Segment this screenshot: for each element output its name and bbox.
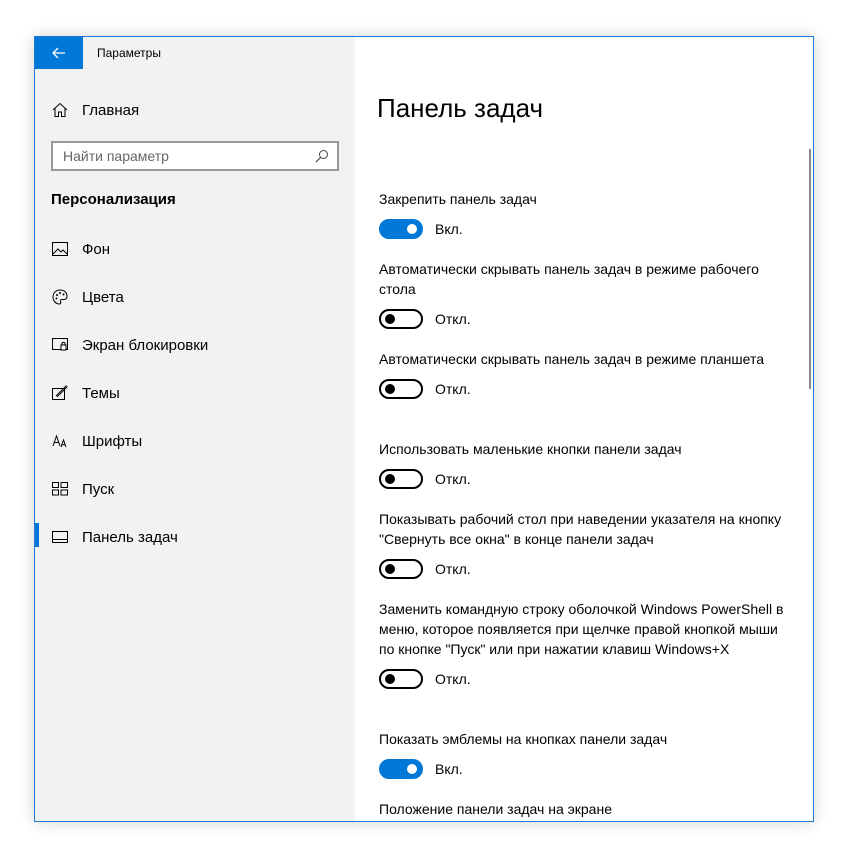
toggle-switch[interactable] [379,309,423,329]
toggle-state-label: Вкл. [435,221,463,237]
toggle-switch[interactable] [379,379,423,399]
toggle-state-label: Откл. [435,671,471,687]
setting-label: Заменить командную строку оболочкой Wind… [379,601,784,657]
toggle-knob [385,314,395,324]
active-indicator [35,523,39,547]
sidebar-item-label: Экран блокировки [82,336,209,354]
setting-autohide-tablet: Автоматически скрывать панель задач в ре… [379,349,789,399]
taskbar-icon [51,528,69,546]
setting-label: Показывать рабочий стол при наведении ук… [379,511,782,547]
toggle-state-label: Откл. [435,311,471,327]
toggle-knob [385,384,395,394]
sidebar-item-label: Фон [82,240,111,258]
sidebar-item-label: Пуск [82,480,115,498]
setting-small-buttons: Использовать маленькие кнопки панели зад… [379,439,789,489]
nav-home-label: Главная [82,101,140,119]
toggle-knob [385,674,395,684]
search-icon [315,150,328,163]
home-icon [51,101,69,119]
fonts-icon [51,432,69,450]
sidebar-item-label: Шрифты [82,432,143,450]
toggle-switch[interactable] [379,759,423,779]
toggle-knob [385,564,395,574]
toggle-knob [407,764,417,774]
palette-icon [51,288,69,306]
themes-icon [51,384,69,402]
toggle-switch[interactable] [379,469,423,489]
settings-window: Параметры Главная Найти параметр Персона… [34,36,814,822]
toggle-state-label: Откл. [435,561,471,577]
toggle-state-label: Откл. [435,381,471,397]
toggle-switch[interactable] [379,669,423,689]
toggle-switch[interactable] [379,219,423,239]
scrollbar[interactable] [809,149,811,389]
sidebar-item-background[interactable]: Фон [51,234,110,264]
toggle-knob [385,474,395,484]
setting-lock-taskbar: Закрепить панель задач Вкл. [379,189,789,239]
sidebar-item-themes[interactable]: Темы [51,378,120,408]
back-arrow-icon [52,47,65,59]
sidebar-item-start[interactable]: Пуск [51,474,114,504]
sidebar-item-taskbar[interactable]: Панель задач [51,522,178,552]
window-title: Параметры [97,46,161,60]
page-title: Панель задач [377,93,544,123]
section-title: Персонализация [51,191,176,208]
setting-label: Использовать маленькие кнопки панели зад… [379,441,682,457]
setting-peek-desktop: Показывать рабочий стол при наведении ук… [379,509,789,579]
setting-badges: Показать эмблемы на кнопках панели задач… [379,729,789,779]
setting-label: Закрепить панель задач [379,191,537,207]
setting-powershell: Заменить командную строку оболочкой Wind… [379,599,789,689]
start-icon [51,480,69,498]
toggle-state-label: Вкл. [435,761,463,777]
search-input[interactable]: Найти параметр [63,148,169,164]
toggle-state-label: Откл. [435,471,471,487]
setting-autohide-desktop: Автоматически скрывать панель задач в ре… [379,259,789,329]
section-label: Положение панели задач на экране [379,801,612,817]
main-content: Панель задач Закрепить панель задач Вкл.… [355,37,813,821]
setting-label: Показать эмблемы на кнопках панели задач [379,731,668,747]
picture-icon [51,240,69,258]
sidebar-item-label: Цвета [82,288,124,306]
sidebar-item-lock-screen[interactable]: Экран блокировки [51,330,208,360]
setting-label: Автоматически скрывать панель задач в ре… [379,261,759,297]
section-taskbar-position: Положение панели задач на экране [379,799,789,819]
nav-home[interactable]: Главная [51,95,139,125]
back-button[interactable] [35,37,83,69]
setting-label: Автоматически скрывать панель задач в ре… [379,351,764,367]
toggle-switch[interactable] [379,559,423,579]
title-bar: Параметры [35,37,355,69]
sidebar-item-label: Панель задач [82,528,178,546]
search-box[interactable]: Найти параметр [51,141,339,171]
sidebar-item-colors[interactable]: Цвета [51,282,124,312]
sidebar-item-label: Темы [82,384,120,402]
sidebar-item-fonts[interactable]: Шрифты [51,426,142,456]
lock-screen-icon [51,336,69,354]
toggle-knob [407,224,417,234]
